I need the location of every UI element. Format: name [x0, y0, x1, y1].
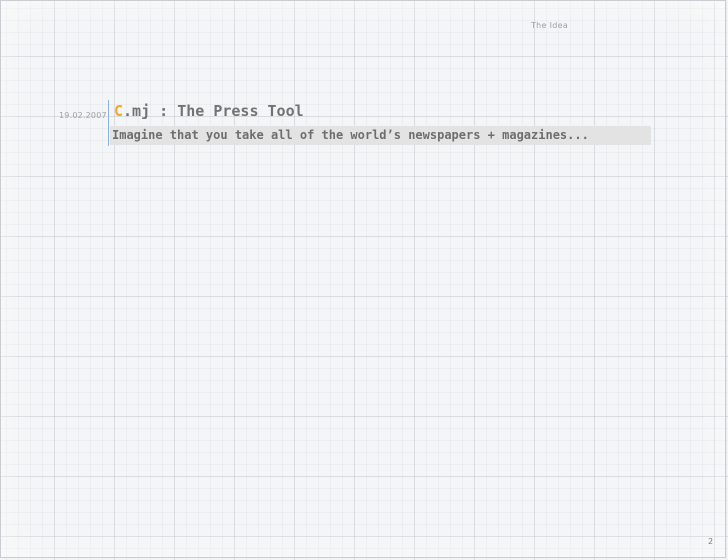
slide-canvas: The Idea 19.02.2007 C.mj : The Press Too… [0, 0, 726, 558]
page-number: 2 [708, 537, 714, 546]
title-logo-letter: C [114, 102, 124, 120]
slide-subtitle: Imagine that you take all of the world’s… [110, 126, 651, 145]
title-text: .mj : The Press Tool [123, 102, 304, 120]
slide-date: 19.02.2007 [59, 111, 107, 120]
slide-title: C.mj : The Press Tool [114, 102, 304, 120]
section-label: The Idea [531, 21, 569, 30]
title-divider [108, 100, 109, 146]
